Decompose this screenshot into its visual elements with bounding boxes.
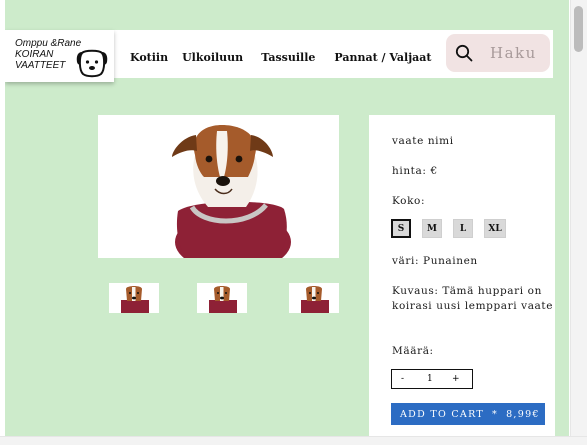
- main-nav: Kotiin Ulkoiluun Tassuille Pannat / Valj…: [130, 51, 432, 64]
- add-to-cart-button[interactable]: ADD TO CART * 8,99€: [391, 403, 545, 425]
- size-option-xl[interactable]: XL: [484, 219, 506, 238]
- size-label: Koko:: [392, 195, 426, 207]
- horizontal-scrollbar[interactable]: [0, 436, 587, 445]
- add-to-cart-label: ADD TO CART: [400, 408, 485, 420]
- quantity-decrease-button[interactable]: -: [401, 374, 404, 384]
- navbar: Omppu &Rane KOIRAN VAATTEET Kotiin Ulkoi…: [5, 30, 553, 82]
- quantity-stepper: - 1 +: [391, 369, 473, 389]
- quantity-increase-button[interactable]: +: [452, 374, 460, 384]
- search-icon: [455, 44, 473, 62]
- logo-line-1: Omppu &Rane: [15, 38, 82, 49]
- product-info-panel: vaate nimi hinta: € Koko: S M L XL väri:…: [369, 115, 555, 436]
- search-placeholder: Haku: [490, 44, 537, 62]
- nav-item-tassuille[interactable]: Tassuille: [261, 51, 315, 64]
- size-option-s[interactable]: S: [391, 219, 411, 238]
- size-option-l[interactable]: L: [453, 219, 473, 238]
- quantity-label: Määrä:: [392, 345, 434, 357]
- logo-line-2: KOIRAN: [15, 49, 54, 60]
- logo-line-3: VAATTEET: [15, 60, 66, 71]
- nav-item-kotiin[interactable]: Kotiin: [130, 51, 168, 64]
- product-price: hinta: €: [392, 165, 438, 177]
- product-thumbnail-3[interactable]: [289, 283, 339, 313]
- search-box[interactable]: Haku: [446, 34, 550, 72]
- dog-logo-icon: [76, 49, 108, 78]
- size-option-m[interactable]: M: [422, 219, 442, 238]
- page-background: Omppu &Rane KOIRAN VAATTEET Kotiin Ulkoi…: [5, 0, 569, 436]
- quantity-value[interactable]: 1: [427, 374, 433, 384]
- logo[interactable]: Omppu &Rane KOIRAN VAATTEET: [5, 30, 114, 82]
- product-description: Kuvaus: Tämä huppari on koirasi uusi lem…: [392, 285, 554, 312]
- product-main-image: [98, 115, 339, 258]
- add-to-cart-separator: *: [492, 408, 499, 420]
- add-to-cart-price: 8,99€: [506, 408, 540, 420]
- product-thumbnail-1[interactable]: [109, 283, 159, 313]
- product-color: väri: Punainen: [392, 255, 478, 267]
- product-name: vaate nimi: [392, 135, 454, 147]
- nav-item-pannat-valjaat[interactable]: Pannat / Valjaat: [334, 51, 431, 64]
- vertical-scrollbar[interactable]: [570, 0, 587, 436]
- size-selector: S M L XL: [391, 219, 517, 238]
- logo-text: Omppu &Rane KOIRAN VAATTEET: [15, 38, 81, 71]
- scrollbar-thumb[interactable]: [574, 6, 583, 52]
- product-thumbnail-2[interactable]: [197, 283, 247, 313]
- nav-item-ulkoiluun[interactable]: Ulkoiluun: [182, 51, 243, 64]
